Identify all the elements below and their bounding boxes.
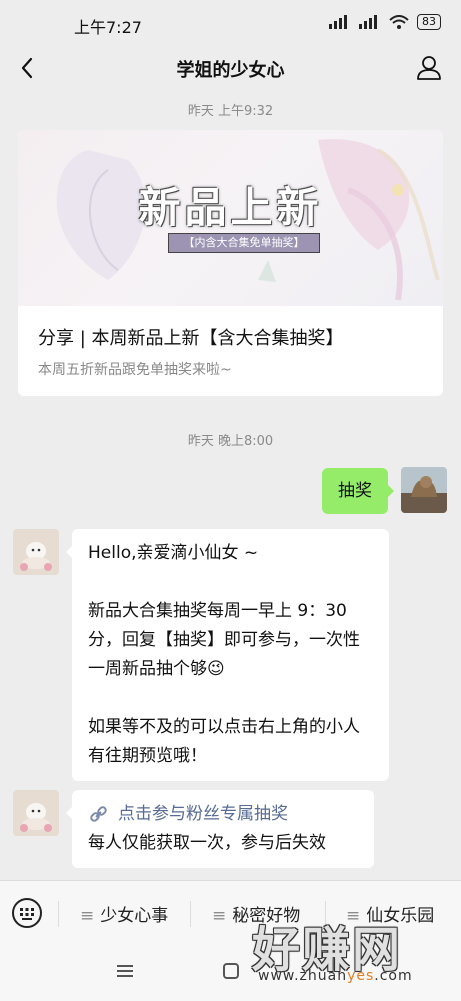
wifi-icon	[389, 15, 409, 29]
signal-icon	[359, 15, 377, 29]
profile-icon[interactable]	[415, 53, 443, 81]
system-home-icon[interactable]	[219, 961, 243, 981]
timestamp: 昨天 晚上8:00	[187, 434, 274, 449]
menu-lines-icon: ≡	[80, 906, 95, 926]
link-note: 每人仅能获取一次，参与后失效	[88, 833, 326, 853]
reply-paragraph: 新品大合集抽奖每周一早上 9：30分，回复【抽奖】即可参与，一次性一周新品抽个够…	[88, 597, 373, 684]
official-account-avatar[interactable]	[13, 529, 59, 575]
article-banner: 新品上新 【内含大合集免单抽奖】	[18, 130, 443, 306]
link-row[interactable]: 点击参与粉丝专属抽奖	[88, 800, 358, 829]
lottery-link[interactable]: 点击参与粉丝专属抽奖	[118, 800, 288, 829]
user-avatar[interactable]	[401, 467, 447, 513]
menu-lines-icon: ≡	[212, 906, 227, 926]
status-time: 上午7:27	[74, 18, 142, 37]
article-title: 分享 | 本周新品上新【含大合集抽奖】	[38, 328, 344, 349]
wink-emoji-icon: 😉	[207, 659, 225, 679]
banner-subtitle: 【内含大合集免单抽奖】	[168, 233, 320, 253]
signal-icon	[329, 15, 347, 29]
keyboard-icon[interactable]	[11, 897, 43, 929]
battery-icon: 83	[417, 14, 441, 30]
system-menu-icon[interactable]	[113, 961, 137, 981]
reply-greeting: Hello,亲爱滴小仙女 ~	[88, 543, 259, 563]
link-bubble[interactable]: 点击参与粉丝专属抽奖 每人仅能获取一次，参与后失效	[66, 790, 374, 868]
reply-paragraph: 如果等不及的可以点击右上角的小人有往期预览哦！	[88, 717, 360, 766]
user-message-bubble[interactable]: 抽奖	[322, 468, 394, 514]
article-description: 本周五折新品跟免单抽奖来啦~	[38, 362, 232, 378]
timestamp: 昨天 上午9:32	[187, 104, 274, 119]
user-message-text: 抽奖	[338, 481, 372, 501]
chat-title: 学姐的少女心	[176, 60, 285, 81]
banner-title: 新品上新	[138, 183, 323, 232]
status-bar: 上午7:27 83	[0, 0, 461, 44]
nav-bar: 学姐的少女心	[0, 44, 461, 92]
reply-bubble: Hello,亲爱滴小仙女 ~ 新品大合集抽奖每周一早上 9：30分，回复【抽奖】…	[66, 529, 389, 781]
menu-item-shaonvxinshi[interactable]: ≡ 少女心事	[80, 901, 168, 926]
link-icon	[90, 805, 107, 822]
watermark-url: www.zhuanyes.com	[258, 968, 413, 984]
article-card[interactable]: 新品上新 【内含大合集免单抽奖】 分享 | 本周新品上新【含大合集抽奖】 本周五…	[18, 130, 443, 396]
official-account-avatar[interactable]	[13, 790, 59, 836]
